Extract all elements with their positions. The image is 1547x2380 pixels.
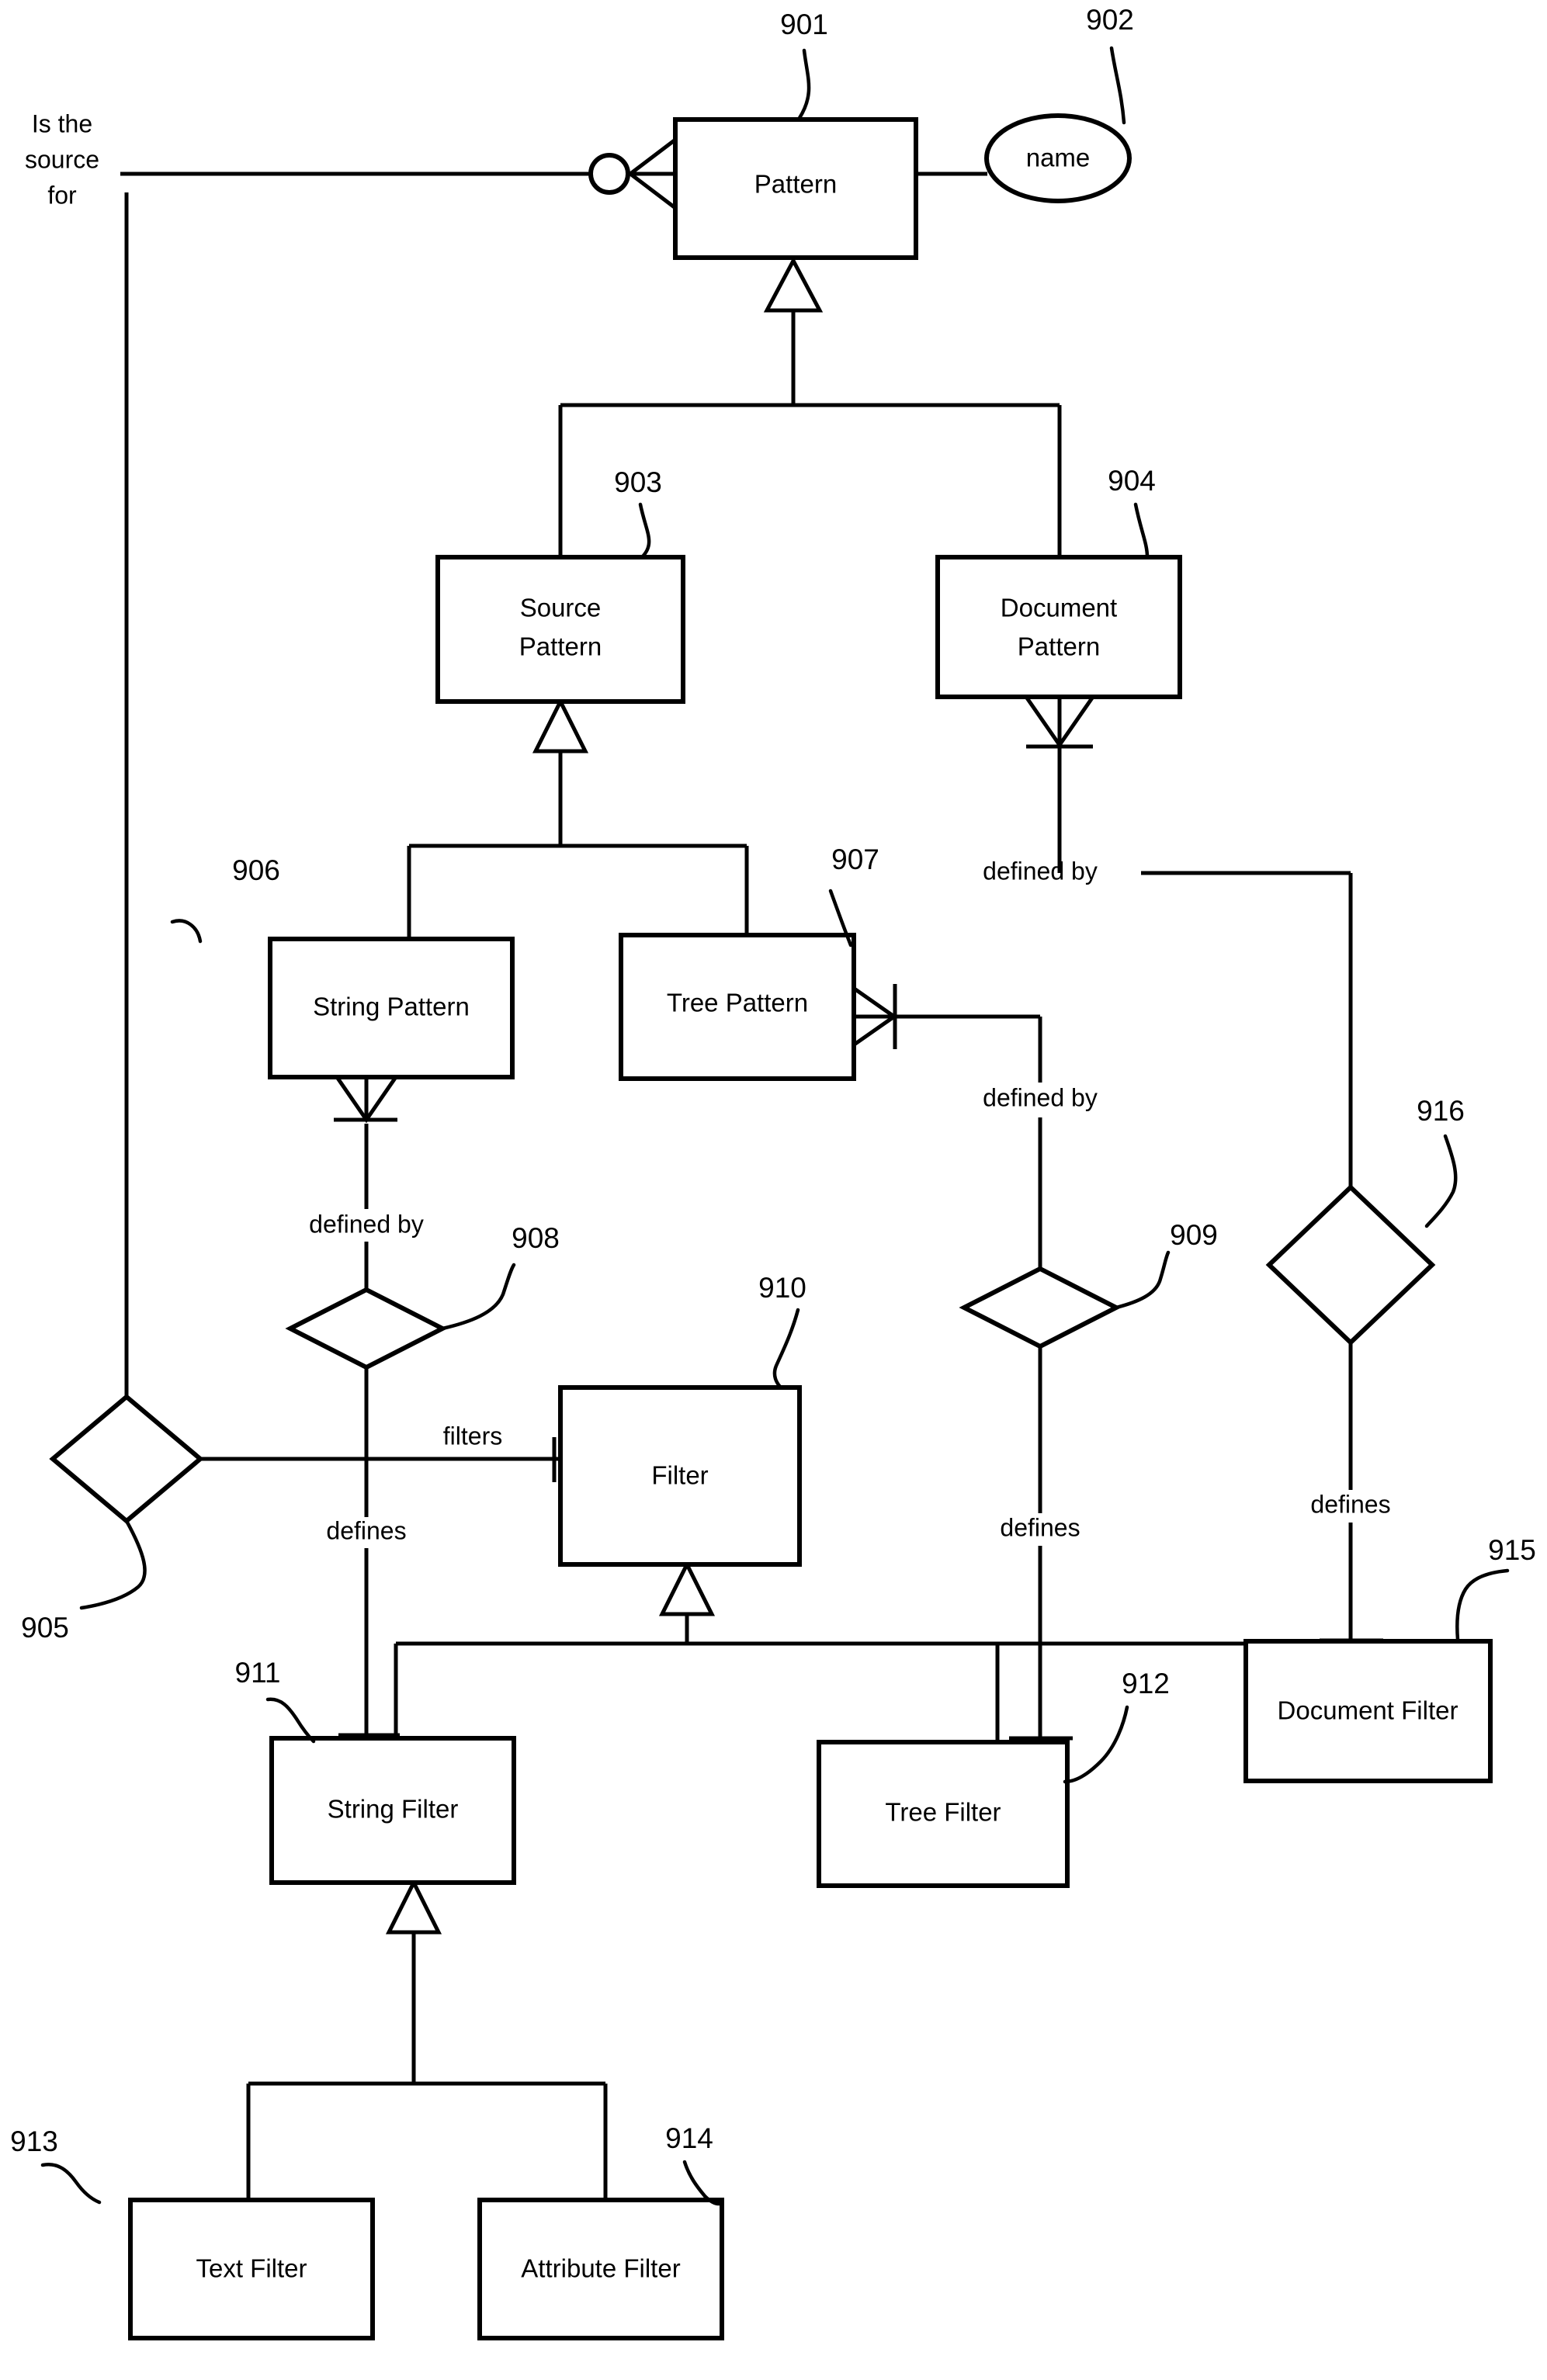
entity-label-tree-filter: Tree Filter bbox=[885, 1798, 1001, 1827]
edge-label-defined-by-tree: defined by bbox=[983, 1083, 1098, 1111]
relationship-diamond-909[interactable] bbox=[959, 1266, 1122, 1349]
patent-figure-page: Pattern Source Pattern Document Pattern … bbox=[0, 0, 1547, 2380]
entity-box-document-pattern[interactable] bbox=[935, 555, 1182, 699]
generalization-triangle-source-pattern bbox=[532, 697, 589, 753]
entity-label-string-pattern: String Pattern bbox=[313, 993, 470, 1021]
edge-label-is-the-source-for-line3: for bbox=[47, 181, 77, 209]
zero-cardinality-circle-pattern bbox=[588, 153, 630, 195]
relationship-diamond-905[interactable] bbox=[49, 1394, 204, 1524]
leader-line-909 bbox=[1114, 1250, 1171, 1310]
reference-numeral-916: 916 bbox=[1417, 1095, 1465, 1127]
leader-line-914 bbox=[682, 2160, 721, 2206]
reference-numeral-913: 913 bbox=[10, 2125, 58, 2157]
leader-line-902 bbox=[1109, 46, 1126, 125]
crowsfoot-pattern-left bbox=[626, 138, 677, 210]
entity-label-filter: Filter bbox=[651, 1461, 708, 1490]
entity-label-pattern: Pattern bbox=[754, 170, 837, 199]
leader-line-913 bbox=[40, 2162, 102, 2205]
edge-label-defined-by-document: defined by bbox=[983, 857, 1098, 885]
leader-line-908 bbox=[440, 1263, 516, 1331]
edge-label-is-the-source-for-line2: source bbox=[25, 145, 99, 173]
leader-line-905 bbox=[79, 1519, 147, 1610]
reference-numeral-901: 901 bbox=[780, 9, 828, 40]
reference-numeral-909: 909 bbox=[1170, 1219, 1218, 1251]
er-diagram-canvas: Pattern Source Pattern Document Pattern … bbox=[10, 4, 1536, 2340]
reference-numeral-904: 904 bbox=[1108, 465, 1156, 497]
relationship-diamond-908[interactable] bbox=[285, 1287, 448, 1370]
reference-numeral-903: 903 bbox=[614, 466, 662, 498]
reference-numeral-915: 915 bbox=[1488, 1534, 1536, 1566]
reference-numeral-910: 910 bbox=[758, 1272, 806, 1304]
reference-numeral-905: 905 bbox=[21, 1612, 69, 1644]
crowsfoot-string-pattern bbox=[333, 1073, 400, 1124]
reference-numeral-914: 914 bbox=[665, 2122, 713, 2154]
entity-label-attribute-filter: Attribute Filter bbox=[521, 2254, 680, 2283]
leader-line-906 bbox=[170, 919, 203, 944]
leader-line-910 bbox=[772, 1308, 800, 1390]
crowsfoot-document-pattern bbox=[1024, 695, 1095, 749]
reference-numeral-906: 906 bbox=[232, 854, 280, 886]
reference-numeral-911: 911 bbox=[235, 1657, 281, 1689]
entity-label-string-filter: String Filter bbox=[328, 1795, 459, 1824]
edge-label-defines-tree: defines bbox=[1000, 1513, 1080, 1541]
edge-label-is-the-source-for-line1: Is the bbox=[32, 109, 92, 137]
entity-label-text-filter: Text Filter bbox=[196, 2254, 307, 2283]
reference-numeral-908: 908 bbox=[512, 1222, 560, 1254]
relationship-diamond-916[interactable] bbox=[1265, 1183, 1436, 1346]
leader-line-916 bbox=[1424, 1134, 1458, 1228]
leader-line-904 bbox=[1133, 502, 1150, 559]
entity-box-source-pattern[interactable] bbox=[435, 555, 685, 704]
entity-label-document-pattern-line2: Pattern bbox=[1018, 632, 1100, 661]
leader-line-903 bbox=[638, 502, 651, 559]
edge-label-defined-by-string: defined by bbox=[309, 1210, 424, 1238]
generalization-triangle-pattern bbox=[763, 256, 824, 313]
reference-numeral-907: 907 bbox=[831, 844, 879, 875]
generalization-triangle-filter bbox=[658, 1560, 716, 1616]
entity-label-document-pattern-line1: Document bbox=[1001, 594, 1117, 622]
attribute-label-name: name bbox=[1026, 144, 1091, 172]
entity-label-document-filter: Document Filter bbox=[1278, 1696, 1459, 1725]
reference-numeral-902: 902 bbox=[1086, 4, 1134, 36]
leader-line-911 bbox=[265, 1697, 316, 1744]
edge-label-defines-document: defines bbox=[1310, 1490, 1390, 1518]
entity-label-tree-pattern: Tree Pattern bbox=[667, 989, 808, 1017]
entity-label-source-pattern-line1: Source bbox=[520, 594, 602, 622]
reference-numeral-912: 912 bbox=[1122, 1668, 1170, 1699]
leader-line-901 bbox=[797, 48, 811, 120]
edge-label-filters: filters bbox=[443, 1422, 502, 1450]
entity-label-source-pattern-line2: Pattern bbox=[519, 632, 602, 661]
leader-line-912 bbox=[1063, 1705, 1129, 1784]
edge-label-defines-string: defines bbox=[326, 1516, 406, 1544]
leader-line-915 bbox=[1455, 1568, 1510, 1642]
generalization-triangle-string-filter bbox=[385, 1878, 442, 1935]
